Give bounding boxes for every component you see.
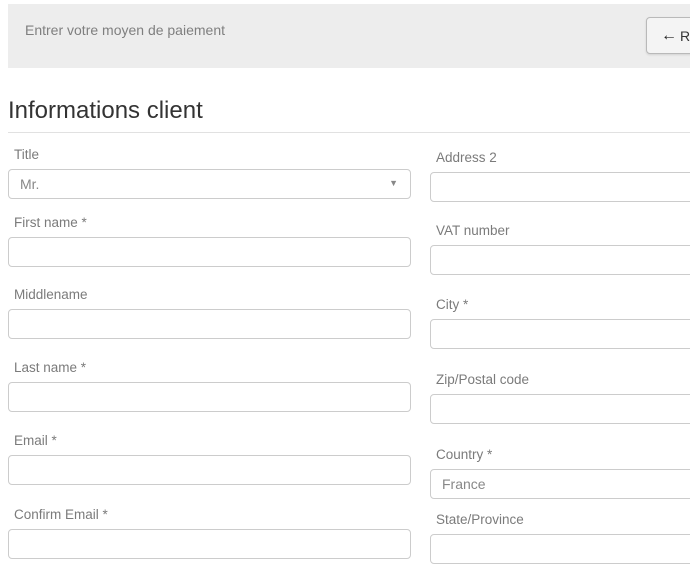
- country-label: Country *: [430, 447, 690, 463]
- field-last-name: Last name *: [8, 360, 411, 412]
- address2-input[interactable]: [430, 172, 690, 202]
- field-email: Email *: [8, 433, 411, 485]
- field-city: City *: [430, 297, 690, 349]
- form-column-right: Address 2 VAT number City * Zip/Postal c…: [430, 0, 690, 535]
- last-name-label: Last name *: [8, 360, 411, 376]
- field-vat-number: VAT number: [430, 223, 690, 275]
- field-state-province: State/Province: [430, 512, 690, 564]
- vat-number-label: VAT number: [430, 223, 690, 239]
- city-label: City *: [430, 297, 690, 313]
- zip-input[interactable]: [430, 394, 690, 424]
- form-column-left: Title Mr. ▼ First name * Middlename Last…: [8, 0, 411, 535]
- field-confirm-email: Confirm Email *: [8, 507, 411, 559]
- email-label: Email *: [8, 433, 411, 449]
- field-zip: Zip/Postal code: [430, 372, 690, 424]
- first-name-input[interactable]: [8, 237, 411, 267]
- zip-label: Zip/Postal code: [430, 372, 690, 388]
- last-name-input[interactable]: [8, 382, 411, 412]
- address2-label: Address 2: [430, 150, 690, 166]
- vat-number-input[interactable]: [430, 245, 690, 275]
- city-input[interactable]: [430, 319, 690, 349]
- confirm-email-input[interactable]: [8, 529, 411, 559]
- state-province-input[interactable]: [430, 534, 690, 564]
- first-name-label: First name *: [8, 215, 411, 231]
- country-select[interactable]: France: [430, 469, 690, 499]
- field-first-name: First name *: [8, 215, 411, 267]
- middlename-input[interactable]: [8, 309, 411, 339]
- title-select[interactable]: Mr.: [8, 169, 411, 199]
- title-label: Title: [8, 147, 411, 163]
- state-province-label: State/Province: [430, 512, 690, 528]
- field-address2: Address 2: [430, 150, 690, 202]
- field-title: Title Mr. ▼: [8, 147, 411, 199]
- field-country: Country * France ▼: [430, 447, 690, 499]
- field-middlename: Middlename: [8, 287, 411, 339]
- confirm-email-label: Confirm Email *: [8, 507, 411, 523]
- email-input[interactable]: [8, 455, 411, 485]
- middlename-label: Middlename: [8, 287, 411, 303]
